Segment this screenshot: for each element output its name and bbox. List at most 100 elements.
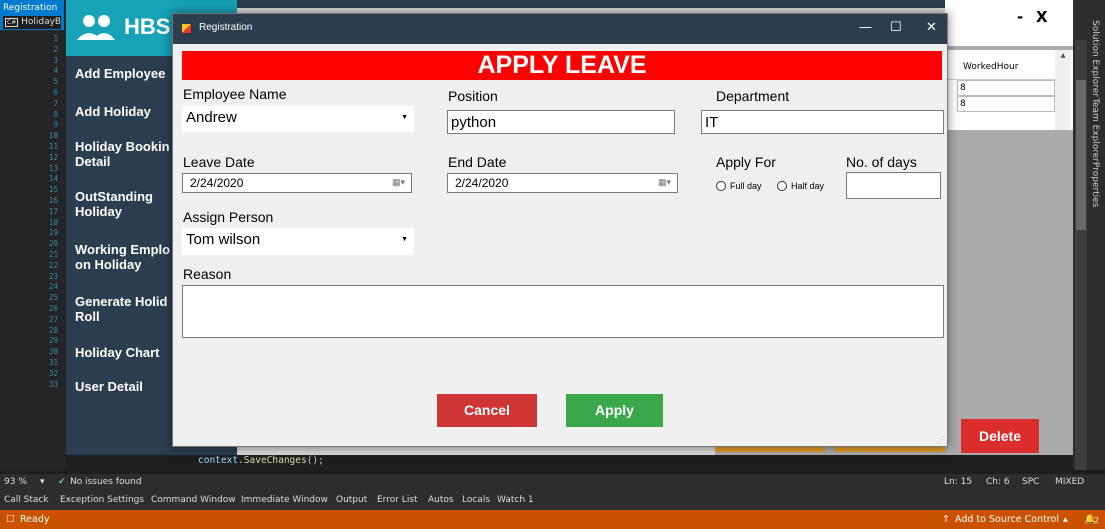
line-number: 1 [53,34,58,43]
source-control-caret-icon[interactable]: ▴ [1063,514,1068,525]
line-number: 10 [48,131,58,141]
minimize-button[interactable]: — [859,20,872,35]
tab-call-stack[interactable]: Call Stack [4,495,49,505]
tab-output[interactable]: Output [336,495,367,505]
code-line[interactable]: context.SaveChanges(); [66,455,936,471]
apply-for-label: Apply For [716,154,776,170]
line-number: 4 [53,66,58,76]
line-number: 17 [48,206,58,216]
line-ending-indicator: MIXED [1055,477,1085,487]
dialog-titlebar: Registration — ☐ ✕ [173,14,947,44]
vs-document-subtab[interactable]: C# HolidayB [3,16,61,29]
assign-person-select[interactable]: Tom wilson ▼ [182,228,414,255]
tab-watch-1[interactable]: Watch 1 [497,495,534,505]
grid-cell[interactable]: 8 [957,80,1055,96]
line-number: 2 [53,44,58,54]
apply-button[interactable]: Apply [566,394,663,427]
nav-add-holiday[interactable]: Add Holiday [75,104,185,119]
grid-cell[interactable]: 8 [957,96,1055,112]
position-field[interactable]: python [447,110,675,134]
line-number: 25 [48,293,58,303]
code-method: SaveChanges [243,455,307,466]
line-number: 13 [48,163,58,173]
grid-column-header[interactable]: WorkedHour [945,50,1055,80]
vs-right-panel: Solution Explorer Team Explorer Properti… [1073,0,1105,470]
grid-scrollbar[interactable]: ▴ [1055,50,1071,130]
editor-scrollbar-thumb[interactable] [1076,80,1086,230]
tab-error-list[interactable]: Error List [377,495,418,505]
assign-person-label: Assign Person [183,209,274,225]
scroll-up-icon[interactable]: ▴ [1055,50,1071,61]
solution-explorer-tab[interactable]: Solution Explorer [1090,20,1100,97]
nav-user-detail[interactable]: User Detail [75,379,185,394]
line-number: 33 [48,379,58,389]
editor-status-row: 93 % ▾ ✔ No issues found Ln: 15 Ch: 6 SP… [0,474,1105,491]
zoom-dropdown-icon[interactable]: ▾ [40,477,45,487]
end-date-picker[interactable]: 2/24/2020 ▦▾ [447,173,678,193]
team-explorer-tab[interactable]: Team Explorer [1090,98,1100,162]
check-circle-icon: ✔ [58,477,66,487]
end-date-value: 2/24/2020 [455,176,509,190]
close-button[interactable]: ✕ [926,20,937,35]
tab-locals[interactable]: Locals [462,495,490,505]
tab-immediate-window[interactable]: Immediate Window [241,495,328,505]
line-number: 9 [53,120,58,130]
delete-button[interactable]: Delete [961,419,1039,453]
employee-name-label: Employee Name [183,86,287,102]
issues-status[interactable]: No issues found [70,477,142,487]
users-icon [77,15,115,40]
app-icon [181,23,192,34]
tool-window-tabs: Call Stack Exception Settings Command Wi… [0,491,1105,510]
line-numbers: 1 2 3 4 5 6 7 8 9 10 11 12 13 14 15 16 17 18 19 20 21 22 23 24 2… [30,34,58,390]
no-of-days-field[interactable] [846,172,941,199]
vs-document-tab-label: Registration [3,3,58,13]
nav-holiday-booking-detail[interactable]: Holiday Bookin Detail [75,139,185,169]
line-number: 21 [48,249,58,259]
calendar-icon[interactable]: ▦▾ [392,177,405,188]
line-number: 5 [53,77,58,87]
half-day-label: Half day [791,181,825,191]
line-number: 19 [48,228,58,238]
close-button[interactable]: X [1036,8,1062,26]
half-day-radio[interactable]: Half day [777,181,824,191]
vs-left-panel: Registration C# HolidayB 1 2 3 4 5 6 7 8 9 10 11 12… [0,0,66,470]
cancel-button[interactable]: Cancel [437,394,537,427]
tab-exception-settings[interactable]: Exception Settings [60,495,144,505]
minimize-button[interactable]: - [1017,8,1036,26]
full-day-radio[interactable]: Full day [716,181,762,191]
nav-generate-holiday-roll[interactable]: Generate Holid Roll [75,294,185,324]
nav-add-employee[interactable]: Add Employee [75,66,185,81]
tab-autos[interactable]: Autos [428,495,454,505]
nav-holiday-chart[interactable]: Holiday Chart [75,345,185,360]
tab-command-window[interactable]: Command Window [151,495,236,505]
no-of-days-label: No. of days [846,154,917,170]
spacing-indicator: SPC [1022,477,1040,487]
vs-document-subtab-label: HolidayB [21,17,62,27]
hbs-right-panel: -X WorkedHour 8 8 ▴ [945,0,1073,455]
line-number: 12 [48,152,58,162]
ready-icon: ☐ [6,514,15,525]
hbs-window-controls: -X [1017,8,1062,26]
line-number: 23 [48,271,58,281]
nav-outstanding-holiday[interactable]: OutStanding Holiday [75,189,185,219]
full-day-label: Full day [730,181,762,191]
maximize-button[interactable]: ☐ [890,20,902,35]
leave-date-picker[interactable]: 2/24/2020 ▦▾ [182,173,412,193]
hbs-top-strip [237,0,945,8]
line-indicator: Ln: 15 [944,477,973,487]
vs-document-tab[interactable]: Registration C# HolidayB [0,0,64,30]
add-to-source-control[interactable]: Add to Source Control [955,514,1059,525]
column-indicator: Ch: 6 [986,477,1010,487]
line-number: 18 [48,217,58,227]
employee-name-select[interactable]: Andrew ▼ [182,106,414,132]
hbs-window-titlebar: -X [945,0,1073,46]
calendar-icon[interactable]: ▦▾ [658,177,671,188]
status-bar: ☐ Ready ↑ Add to Source Control ▴ 🔔 2 [0,510,1105,529]
reason-field[interactable] [182,285,944,338]
employee-name-value: Andrew [186,109,237,126]
nav-working-employee-on-holiday[interactable]: Working Emplo on Holiday [75,242,185,272]
zoom-level[interactable]: 93 % [4,477,27,487]
department-field[interactable]: IT [701,110,944,134]
properties-tab[interactable]: Properties [1090,162,1100,207]
resize-grip-icon[interactable]: ⋰ [937,435,945,444]
